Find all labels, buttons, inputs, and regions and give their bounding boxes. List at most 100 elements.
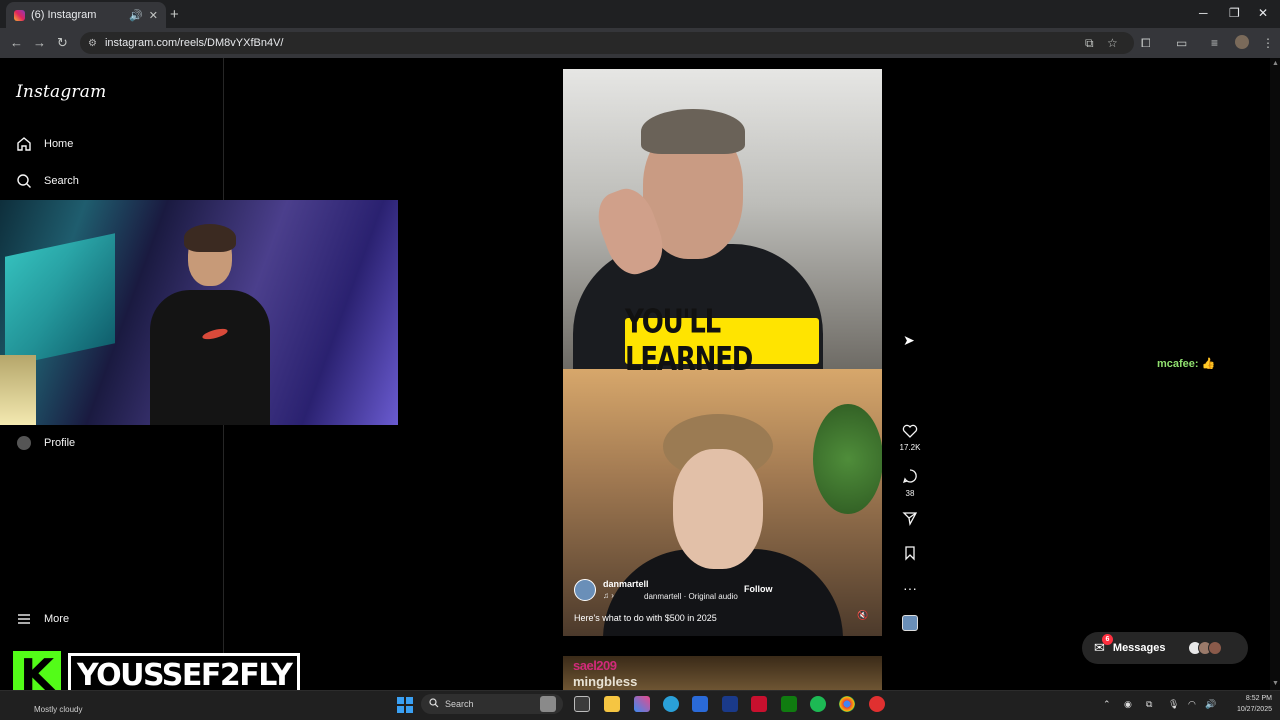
author-name[interactable]: danmartell <box>603 579 649 589</box>
app-icon[interactable] <box>540 696 556 712</box>
reel-description: Here's what to do with $500 in 2025 <box>574 613 717 623</box>
follow-button[interactable]: Follow <box>740 584 777 600</box>
url-text: instagram.com/reels/DM8vYXfBn4V/ <box>104 37 284 49</box>
more-horizontal-icon: ··· <box>903 580 917 596</box>
spotify-icon[interactable] <box>810 696 826 712</box>
more-vertical-icon[interactable]: ⋮ <box>1262 36 1274 50</box>
browser-tab-bar: (6) Instagram 🔊 ✕ + ─ ❐ ✕ <box>0 0 1280 28</box>
comment-button[interactable]: 38 <box>896 468 924 498</box>
search-placeholder: Search <box>445 699 474 709</box>
sidebar-item-profile[interactable]: Profile <box>16 435 75 451</box>
forward-icon[interactable]: → <box>33 35 46 50</box>
browser-tab[interactable]: (6) Instagram 🔊 ✕ <box>6 2 166 28</box>
copilot-icon[interactable] <box>634 696 650 712</box>
send-icon <box>896 510 924 529</box>
sidebar-item-search[interactable]: Search <box>16 173 79 189</box>
chevron-up-icon[interactable]: ⌃ <box>1103 699 1111 710</box>
heart-icon <box>896 424 924 441</box>
audio-thumbnail[interactable] <box>902 615 918 631</box>
speaker-icon[interactable]: 🔊 <box>129 9 143 22</box>
store-icon[interactable] <box>692 696 708 712</box>
stream-chat-message: mcafee: 👍 <box>1157 357 1215 370</box>
file-explorer-icon[interactable] <box>604 696 620 712</box>
minimize-button[interactable]: ─ <box>1199 6 1208 20</box>
scroll-down-icon[interactable]: ▼ <box>1272 680 1279 687</box>
start-button[interactable] <box>397 697 413 713</box>
clock-time: 8:52 PM <box>1245 695 1272 702</box>
caption-overlay-text: YOU'LL LEARNED <box>625 303 753 379</box>
chrome-icon[interactable] <box>839 696 855 712</box>
profile-avatar-icon <box>16 435 32 451</box>
maximize-button[interactable]: ❐ <box>1229 6 1240 20</box>
messenger-icon: ✉ 6 <box>1094 634 1113 656</box>
back-icon[interactable]: ← <box>10 35 23 50</box>
comment-icon <box>896 468 924 487</box>
messages-badge: 6 <box>1102 634 1113 645</box>
next-reel-text: mingbless <box>573 674 638 689</box>
sidebar-item-more[interactable]: More <box>16 611 69 627</box>
like-button[interactable]: 17.2K <box>896 424 924 452</box>
comment-count: 38 <box>905 489 915 498</box>
sidebar-item-home[interactable]: Home <box>16 136 73 152</box>
webcam-streamer <box>150 220 270 425</box>
scroll-up-icon[interactable]: ▲ <box>1272 60 1279 67</box>
app-icon[interactable] <box>869 696 885 712</box>
next-reel-text: sael209 <box>573 658 617 673</box>
audio-label[interactable]: danmartell · Original audio <box>644 592 738 601</box>
tab-title: (6) Instagram <box>31 9 97 21</box>
webcam-lamp <box>0 355 36 425</box>
tray-icon[interactable]: ◉ <box>1124 699 1132 710</box>
sidebar-item-label: Profile <box>44 437 76 449</box>
search-icon <box>16 173 32 189</box>
save-button[interactable] <box>896 545 924 564</box>
bookmark-icon <box>896 545 924 564</box>
close-tab-icon[interactable]: ✕ <box>149 9 158 22</box>
page-scrollbar[interactable] <box>1270 58 1280 690</box>
messages-button[interactable]: ✉ 6 Messages <box>1082 632 1248 664</box>
volume-icon[interactable]: 🔊 <box>1205 699 1216 710</box>
more-options-button[interactable]: ··· <box>896 580 924 596</box>
sidebar-item-label: Search <box>44 175 79 187</box>
music-note-icon: ♫ › <box>603 591 614 600</box>
reel-author-row <box>574 579 596 601</box>
microphone-icon[interactable]: 🎙 <box>1168 699 1179 710</box>
home-icon <box>16 136 32 152</box>
next-reel-preview[interactable]: sael209 mingbless <box>563 656 882 690</box>
install-app-icon[interactable]: ⧉ <box>1085 36 1094 51</box>
site-info-icon[interactable]: ⚙ <box>88 38 97 49</box>
weather-label[interactable]: Mostly cloudy <box>34 705 82 714</box>
new-tab-button[interactable]: + <box>170 6 179 23</box>
instagram-favicon-icon <box>14 9 25 21</box>
search-icon <box>429 698 439 710</box>
reel-caption-overlay: YOU'LL LEARNED <box>625 304 819 379</box>
chat-emoji: 👍 <box>1201 358 1216 370</box>
reload-icon[interactable]: ↻ <box>57 35 68 51</box>
instagram-logo[interactable]: Instagram <box>16 82 106 102</box>
extensions-icon[interactable]: ⧠ <box>1141 36 1151 51</box>
close-window-button[interactable]: ✕ <box>1258 6 1268 20</box>
author-avatar[interactable] <box>574 579 596 601</box>
menu-icon <box>16 611 32 627</box>
avatar <box>1207 641 1222 655</box>
bookmark-star-icon[interactable]: ☆ <box>1107 36 1118 50</box>
taskbar-clock[interactable]: 8:52 PM 10/27/2025 <box>1228 693 1272 715</box>
message-avatars <box>1187 641 1222 655</box>
messages-label: Messages <box>1112 642 1166 654</box>
tray-icon[interactable]: ⧉ <box>1146 699 1152 710</box>
webcam-overlay <box>0 200 398 425</box>
browser-toolbar: ← → ↻ ⚙ instagram.com/reels/DM8vYXfBn4V/… <box>0 28 1280 58</box>
mcafee-icon[interactable] <box>751 696 767 712</box>
browser-profile-avatar[interactable] <box>1235 35 1249 49</box>
chat-username: mcafee: <box>1157 358 1199 370</box>
edge-icon[interactable] <box>663 696 679 712</box>
mute-icon[interactable]: 🔇 <box>857 610 868 621</box>
lenovo-icon[interactable] <box>722 696 738 712</box>
address-bar[interactable]: ⚙ instagram.com/reels/DM8vYXfBn4V/ <box>80 32 1134 54</box>
task-view-icon[interactable] <box>574 696 590 712</box>
xbox-icon[interactable] <box>781 696 797 712</box>
wifi-icon[interactable]: ◠ <box>1188 699 1196 710</box>
media-control-icon[interactable]: ≡ <box>1211 36 1218 50</box>
split-view-icon[interactable]: ▭ <box>1176 36 1187 50</box>
sidebar-item-label: More <box>44 613 70 625</box>
share-button[interactable] <box>896 510 924 529</box>
